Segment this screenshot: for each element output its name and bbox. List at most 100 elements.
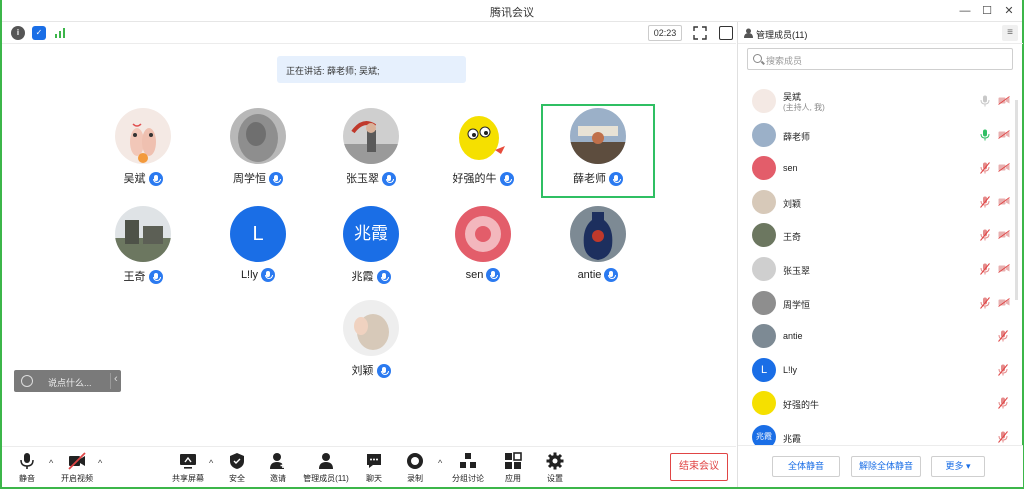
mute-button[interactable]: 静音 <box>3 452 51 484</box>
shield-icon[interactable]: ✓ <box>32 26 46 40</box>
participant-tile[interactable]: 王奇 <box>88 202 198 294</box>
member-row[interactable]: sen <box>738 151 1023 185</box>
members-panel-footer: 全体静音 解除全体静音 更多 ▾ <box>738 445 1023 487</box>
participant-tile[interactable]: 张玉翠 <box>316 104 426 196</box>
member-avatar <box>752 257 776 281</box>
chat-placeholder: 说点什么... <box>48 378 92 388</box>
emoji-icon[interactable] <box>21 375 33 387</box>
signal-icon[interactable] <box>53 26 67 40</box>
member-row[interactable]: antie <box>738 319 1023 353</box>
member-row[interactable]: 好强的牛 <box>738 386 1023 420</box>
mic-muted-icon[interactable] <box>998 330 1008 343</box>
participant-tile[interactable]: L L!ly <box>203 202 313 294</box>
mic-icon <box>261 268 276 282</box>
breakout-label: 分组讨论 <box>452 474 484 483</box>
member-row[interactable]: 刘颖 <box>738 185 1023 219</box>
search-icon <box>753 54 762 63</box>
participant-name: 好强的牛 <box>452 173 497 185</box>
mute-all-button[interactable]: 全体静音 <box>772 456 840 477</box>
mic-muted-icon[interactable] <box>980 296 990 309</box>
avatar <box>115 108 171 164</box>
member-row[interactable]: 周学恒 <box>738 286 1023 320</box>
member-row[interactable]: L L!ly <box>738 353 1023 387</box>
maximize-button[interactable]: ☐ <box>978 2 996 20</box>
members-scrollbar[interactable] <box>1015 100 1018 300</box>
manage-label: 管理成员(11) <box>303 474 349 483</box>
menu-icon[interactable]: ≡ <box>1002 25 1018 41</box>
chat-input[interactable]: 说点什么... ‹ <box>14 370 121 392</box>
participant-name: 兆霞 <box>351 271 374 283</box>
mic-muted-icon[interactable] <box>980 162 990 175</box>
minimize-button[interactable]: — <box>956 2 974 20</box>
mic-muted-icon[interactable] <box>980 263 990 275</box>
member-name: 刘颖 <box>783 198 802 209</box>
member-row[interactable]: 薛老师 <box>738 118 1023 152</box>
unmute-all-button[interactable]: 解除全体静音 <box>851 456 921 477</box>
participant-tile[interactable]: 刘颖 <box>316 296 426 388</box>
mic-icon <box>269 172 283 187</box>
video-off-icon[interactable] <box>998 230 1010 240</box>
video-off-icon <box>68 452 86 470</box>
video-off-icon[interactable] <box>998 196 1010 206</box>
info-icon[interactable]: i <box>11 26 25 40</box>
video-off-icon[interactable] <box>998 264 1010 273</box>
participant-name: 王奇 <box>123 271 146 283</box>
participant-tile[interactable]: 兆霞 兆霞 <box>316 202 426 294</box>
participant-tile[interactable]: sen <box>428 202 538 294</box>
mic-muted-icon[interactable] <box>980 195 990 208</box>
microphone-icon[interactable] <box>980 95 990 107</box>
record-button[interactable]: 录制 <box>391 452 439 484</box>
mic-icon <box>376 364 391 379</box>
video-off-icon[interactable] <box>998 297 1010 307</box>
member-name: 好强的牛 <box>783 400 820 411</box>
participant-tile[interactable]: 好强的牛 <box>428 104 538 196</box>
settings-button[interactable]: 设置 <box>531 452 579 484</box>
member-row[interactable]: 张玉翠 <box>738 252 1023 286</box>
breakout-button[interactable]: 分组讨论 <box>444 452 492 484</box>
video-off-icon[interactable] <box>998 96 1010 105</box>
apps-button[interactable]: 应用 <box>489 452 537 484</box>
mic-muted-icon[interactable] <box>998 363 1008 376</box>
chevron-up-icon[interactable]: ^ <box>98 458 102 468</box>
member-avatar <box>752 223 776 248</box>
member-row[interactable]: 王奇 <box>738 218 1023 252</box>
manage-members-button[interactable]: 管理成员(11) <box>296 452 356 484</box>
end-meeting-button[interactable]: 结束会议 <box>670 453 728 481</box>
member-avatar <box>752 290 776 315</box>
video-off-icon[interactable] <box>998 163 1010 173</box>
share-screen-button[interactable]: 共享屏幕 <box>164 452 212 484</box>
members-panel-title: 管理成员(11) <box>756 30 808 40</box>
close-button[interactable]: ✕ <box>1000 2 1018 20</box>
member-name: 薛老师 <box>783 131 811 142</box>
video-button[interactable]: 开启视频 <box>53 452 101 484</box>
participant-tile[interactable]: antie <box>543 202 653 294</box>
participant-tile[interactable]: 吴斌 <box>88 104 198 196</box>
mic-icon <box>609 172 623 187</box>
member-name: 兆霞 <box>783 434 802 444</box>
participant-tile[interactable]: 薛老师 <box>543 104 653 196</box>
record-icon <box>407 453 423 469</box>
video-off-icon[interactable] <box>998 129 1010 139</box>
chevron-left-icon[interactable]: ‹ <box>110 373 121 389</box>
microphone-icon[interactable] <box>980 129 990 141</box>
member-search-input[interactable]: 搜索成员 <box>747 48 1013 70</box>
apps-label: 应用 <box>505 474 521 483</box>
participant-name: 刘颖 <box>351 365 374 377</box>
meeting-info-bar: i ✓ 02:23 <box>2 22 736 44</box>
user-icon <box>744 28 753 38</box>
mic-muted-icon[interactable] <box>980 229 990 242</box>
invite-button[interactable]: 邀请 <box>254 452 302 484</box>
avatar <box>570 206 626 262</box>
layout-toggle-icon[interactable] <box>719 26 733 40</box>
member-avatar <box>752 156 776 181</box>
participant-name: antie <box>577 268 602 281</box>
chevron-up-icon[interactable]: ^ <box>438 458 442 468</box>
participant-tile[interactable]: 周学恒 <box>203 104 313 196</box>
participant-name: 薛老师 <box>573 173 606 185</box>
member-row[interactable]: 吴斌 (主持人, 我) <box>738 84 1023 118</box>
apps-icon <box>505 452 522 469</box>
more-button[interactable]: 更多 ▾ <box>931 456 985 477</box>
fullscreen-icon[interactable] <box>693 26 707 40</box>
mic-muted-icon[interactable] <box>998 397 1008 410</box>
mic-muted-icon[interactable] <box>998 431 1008 443</box>
